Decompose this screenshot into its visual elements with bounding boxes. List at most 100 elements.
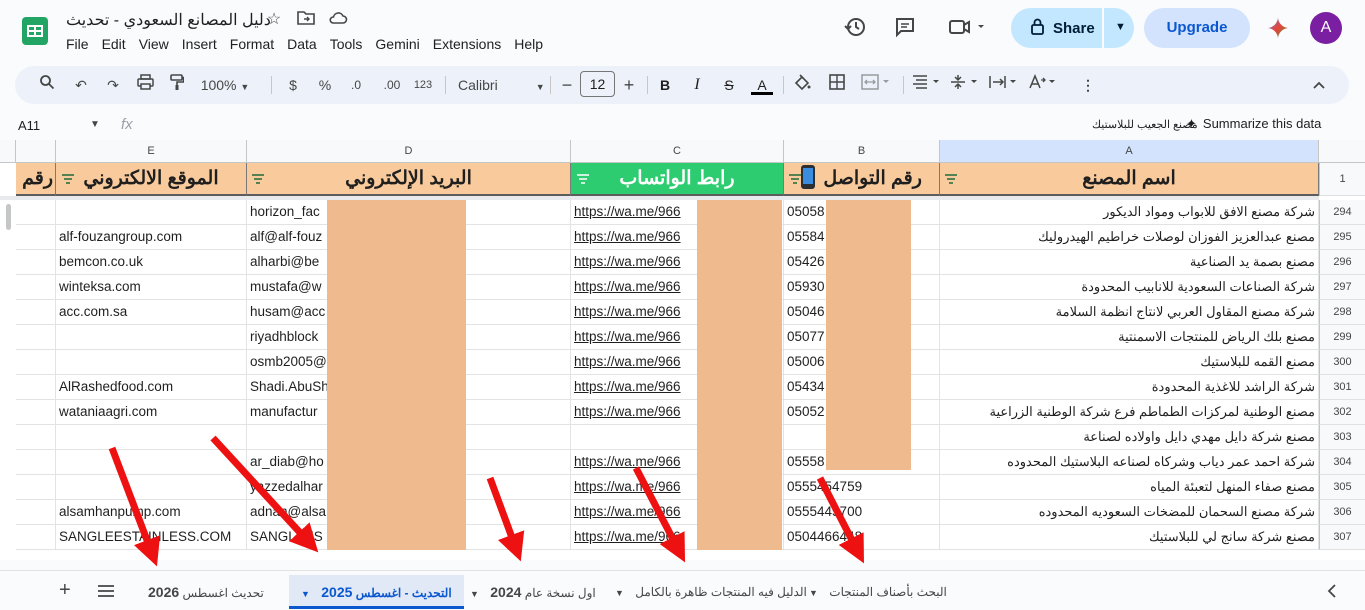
cell-f[interactable]	[16, 500, 56, 525]
header-cell-B[interactable]: رقم التواصل	[784, 163, 940, 196]
cell-f[interactable]	[16, 475, 56, 500]
filter-icon[interactable]	[251, 174, 265, 184]
formula-content[interactable]: مصنع الجعيب للبلاستيك	[1092, 118, 1198, 131]
scroll-right-icon[interactable]: ▸	[1304, 559, 1308, 560]
name-box-dropdown-icon[interactable]: ▼	[90, 119, 100, 130]
move-folder-icon[interactable]	[296, 10, 316, 30]
header-cell-E[interactable]: الموقع الالكتروني	[56, 163, 247, 196]
scroll-tabs-left-icon[interactable]	[1327, 582, 1337, 603]
merge-cells-icon[interactable]	[859, 74, 893, 96]
redo-icon[interactable]: ↷	[103, 74, 123, 96]
cell-a[interactable]: مصنع شركة دايل مهدي دايل واولاده لصناعة	[940, 425, 1319, 450]
sheet-tab-menu-icon[interactable]: ▼	[470, 589, 479, 599]
cell-e[interactable]: AlRashedfood.com	[56, 375, 247, 400]
cell-f[interactable]	[16, 425, 56, 450]
column-header-B[interactable]: B	[784, 140, 940, 163]
cell-a[interactable]: شركة مصنع المقاول العربي لانتاج انظمة ال…	[940, 300, 1319, 325]
cell-e[interactable]	[56, 350, 247, 375]
share-button[interactable]: Share ▼	[1011, 8, 1134, 48]
cell-f[interactable]	[16, 225, 56, 250]
menu-edit[interactable]: Edit	[102, 35, 132, 55]
column-header-E[interactable]: E	[56, 140, 247, 163]
cell-f[interactable]	[16, 325, 56, 350]
row-header[interactable]: 298	[1319, 300, 1365, 325]
row-header[interactable]: 306	[1319, 500, 1365, 525]
menu-extensions[interactable]: Extensions	[433, 35, 507, 55]
cell-a[interactable]: مصنع عبدالعزيز الفوزان لوصلات خراطيم اله…	[940, 225, 1319, 250]
row-header[interactable]: 300	[1319, 350, 1365, 375]
row-header[interactable]: 294	[1319, 200, 1365, 225]
sheet-tab-full-products[interactable]: الدليل فيه المنتجات ظاهرة بالكامل ▼	[603, 575, 819, 609]
scroll-left-icon[interactable]: ◂	[1289, 559, 1293, 560]
filter-icon[interactable]	[944, 174, 958, 184]
paint-format-icon[interactable]	[167, 74, 187, 96]
cell-a[interactable]: مصنع الوطنية لمركزات الطماطم فرع شركة ال…	[940, 400, 1319, 425]
menu-gemini[interactable]: Gemini	[375, 35, 425, 55]
row-header[interactable]: 303	[1319, 425, 1365, 450]
menu-file[interactable]: File	[66, 35, 95, 55]
horizontal-align-icon[interactable]	[911, 74, 943, 96]
increase-decimal-button[interactable]: .00	[378, 74, 406, 96]
filter-icon[interactable]	[61, 174, 75, 184]
version-history-icon[interactable]	[843, 16, 867, 40]
cloud-saved-icon[interactable]	[328, 10, 348, 30]
sheet-tab-search-products[interactable]: البحث بأصناف المنتجات ▼	[797, 575, 959, 609]
sheet-tab-2026[interactable]: تحديث اغسطس 2026	[136, 575, 276, 609]
select-all-corner[interactable]	[1319, 140, 1365, 163]
all-sheets-icon[interactable]	[97, 582, 115, 603]
row-header[interactable]: 297	[1319, 275, 1365, 300]
decrease-font-size-button[interactable]: −	[559, 74, 575, 96]
cell-a[interactable]: شركة احمد عمر دياب وشركاه لصناعه البلاست…	[940, 450, 1319, 475]
cell-a[interactable]: مصنع صفاء المنهل لتعبئة المياه	[940, 475, 1319, 500]
cell-a[interactable]: شركة مصنع الافق للابواب ومواد الديكور	[940, 200, 1319, 225]
menu-view[interactable]: View	[139, 35, 175, 55]
sheet-tab-menu-icon[interactable]: ▼	[615, 588, 624, 598]
cell-f[interactable]	[16, 200, 56, 225]
summarize-button[interactable]: ✦ Summarize this data	[1186, 116, 1321, 136]
text-color-button[interactable]: A	[751, 74, 773, 96]
zoom-select[interactable]: 100% ▼	[199, 74, 251, 96]
cell-f[interactable]	[16, 250, 56, 275]
menu-insert[interactable]: Insert	[182, 35, 223, 55]
more-options-icon[interactable]: ⋮	[1081, 74, 1095, 96]
cell-a[interactable]: مصنع بلك الرياض للمنتجات الاسمنتية	[940, 325, 1319, 350]
account-avatar[interactable]: A	[1310, 12, 1342, 44]
name-box[interactable]: A11	[18, 118, 40, 133]
header-cell-C[interactable]: رابط الواتساب	[571, 163, 784, 196]
star-icon[interactable]: ☆	[264, 10, 284, 30]
row-header[interactable]: 301	[1319, 375, 1365, 400]
font-size-input[interactable]: 12	[580, 71, 615, 97]
cell-a[interactable]: مصنع شركة سانج لي للبلاستيك	[940, 525, 1319, 550]
header-cell-D[interactable]: البريد الإلكتروني	[247, 163, 571, 196]
row-header[interactable]: 299	[1319, 325, 1365, 350]
cell-f[interactable]	[16, 525, 56, 550]
sheets-logo-icon[interactable]	[20, 16, 50, 46]
cell-e[interactable]	[56, 425, 247, 450]
filter-icon[interactable]	[788, 174, 802, 184]
add-sheet-icon[interactable]: +	[59, 579, 71, 602]
cell-e[interactable]: acc.com.sa	[56, 300, 247, 325]
gemini-icon[interactable]	[1267, 17, 1289, 39]
spreadsheet-grid[interactable]: E D C B A رقم الموقع الالكتروني البريد ا…	[0, 140, 1365, 560]
cell-b[interactable]: 0504466448	[784, 525, 940, 550]
increase-font-size-button[interactable]: +	[621, 74, 637, 96]
search-menus-icon[interactable]	[37, 74, 57, 96]
filter-icon[interactable]	[576, 174, 590, 184]
meet-icon[interactable]	[948, 16, 988, 40]
cell-b[interactable]: 0555454759	[784, 475, 940, 500]
cell-b[interactable]: 0555445700	[784, 500, 940, 525]
header-cell-F[interactable]: رقم	[16, 163, 56, 196]
row-header[interactable]: 307	[1319, 525, 1365, 550]
sheet-tab-menu-icon[interactable]: ▼	[809, 588, 818, 598]
menu-tools[interactable]: Tools	[330, 35, 369, 55]
sheet-tab-2025-active[interactable]: التحديث - اغسطس 2025 ▼	[289, 575, 464, 609]
italic-button[interactable]: I	[689, 74, 705, 96]
text-wrapping-icon[interactable]	[988, 74, 1020, 96]
borders-icon[interactable]	[827, 74, 847, 96]
menu-data[interactable]: Data	[287, 35, 323, 55]
cell-e[interactable]	[56, 450, 247, 475]
cell-e[interactable]	[56, 325, 247, 350]
document-title[interactable]: دليل المصانع السعودي - تحديث	[66, 10, 271, 30]
undo-icon[interactable]: ↶	[71, 74, 91, 96]
percent-format-button[interactable]: %	[316, 74, 334, 96]
